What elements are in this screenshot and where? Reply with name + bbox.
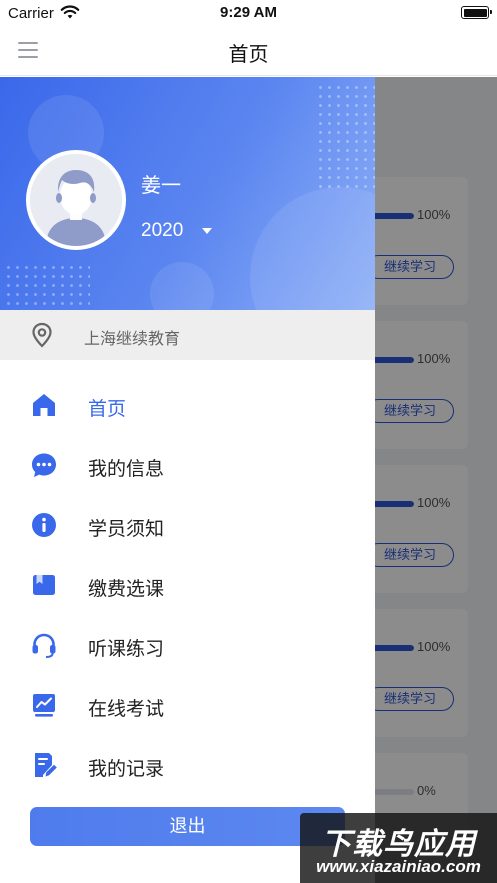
decorative-dots: [4, 263, 90, 307]
drawer-dim-overlay[interactable]: [375, 77, 497, 883]
home-icon: [33, 394, 55, 416]
watermark-logo: 下载鸟应用 www.xiazainiao.com: [300, 813, 497, 883]
menu-item-my-info[interactable]: 我的信息: [0, 435, 375, 495]
book-icon: [33, 575, 55, 595]
decorative-dots: [316, 83, 375, 189]
menu-item-listen-practice[interactable]: 听课练习: [0, 615, 375, 675]
caret-down-icon[interactable]: [202, 228, 212, 234]
logout-button[interactable]: 退出: [30, 807, 345, 846]
page-title: 首页: [228, 44, 269, 66]
status-time: 9:29 AM: [220, 4, 277, 21]
chat-bubble-icon: [32, 453, 56, 477]
watermark-url: www.xiazainiao.com: [316, 857, 481, 876]
menu-item-label: 我的记录: [88, 759, 165, 780]
menu-item-label: 首页: [88, 399, 127, 420]
menu-item-course-payment[interactable]: 缴费选课: [0, 555, 375, 615]
menu-item-label: 学员须知: [88, 519, 165, 540]
side-drawer: 姜一 2020 上海继续教育 首页 我的信息 学员须知 缴费选课 听课练习 在线…: [0, 77, 375, 883]
location-bar[interactable]: 上海继续教育: [0, 310, 375, 360]
location-name: 上海继续教育: [84, 331, 181, 348]
year-selector[interactable]: 2020: [141, 220, 183, 242]
headset-icon: [32, 633, 56, 658]
battery-icon: [461, 6, 492, 19]
note-edit-icon: [35, 753, 57, 777]
menu-item-label: 缴费选课: [88, 579, 165, 600]
user-name: 姜一: [141, 175, 181, 197]
decorative-circle: [250, 187, 375, 310]
info-icon: [32, 513, 56, 537]
menu-item-online-exam[interactable]: 在线考试: [0, 675, 375, 735]
menu-item-label: 在线考试: [88, 699, 165, 720]
user-avatar-icon: [30, 154, 122, 246]
avatar[interactable]: [26, 150, 126, 250]
nav-bar: 首页: [0, 26, 497, 76]
menu-item-my-records[interactable]: 我的记录: [0, 735, 375, 795]
menu-item-label: 听课练习: [88, 639, 165, 660]
status-bar: Carrier 9:29 AM: [0, 0, 497, 26]
decorative-circle: [150, 262, 214, 310]
profile-header: 姜一 2020: [0, 77, 375, 310]
menu-item-label: 我的信息: [88, 459, 165, 480]
menu-item-student-notice[interactable]: 学员须知: [0, 495, 375, 555]
menu-item-home[interactable]: 首页: [0, 375, 375, 435]
chart-icon: [33, 694, 55, 717]
location-pin-icon: [32, 322, 52, 348]
